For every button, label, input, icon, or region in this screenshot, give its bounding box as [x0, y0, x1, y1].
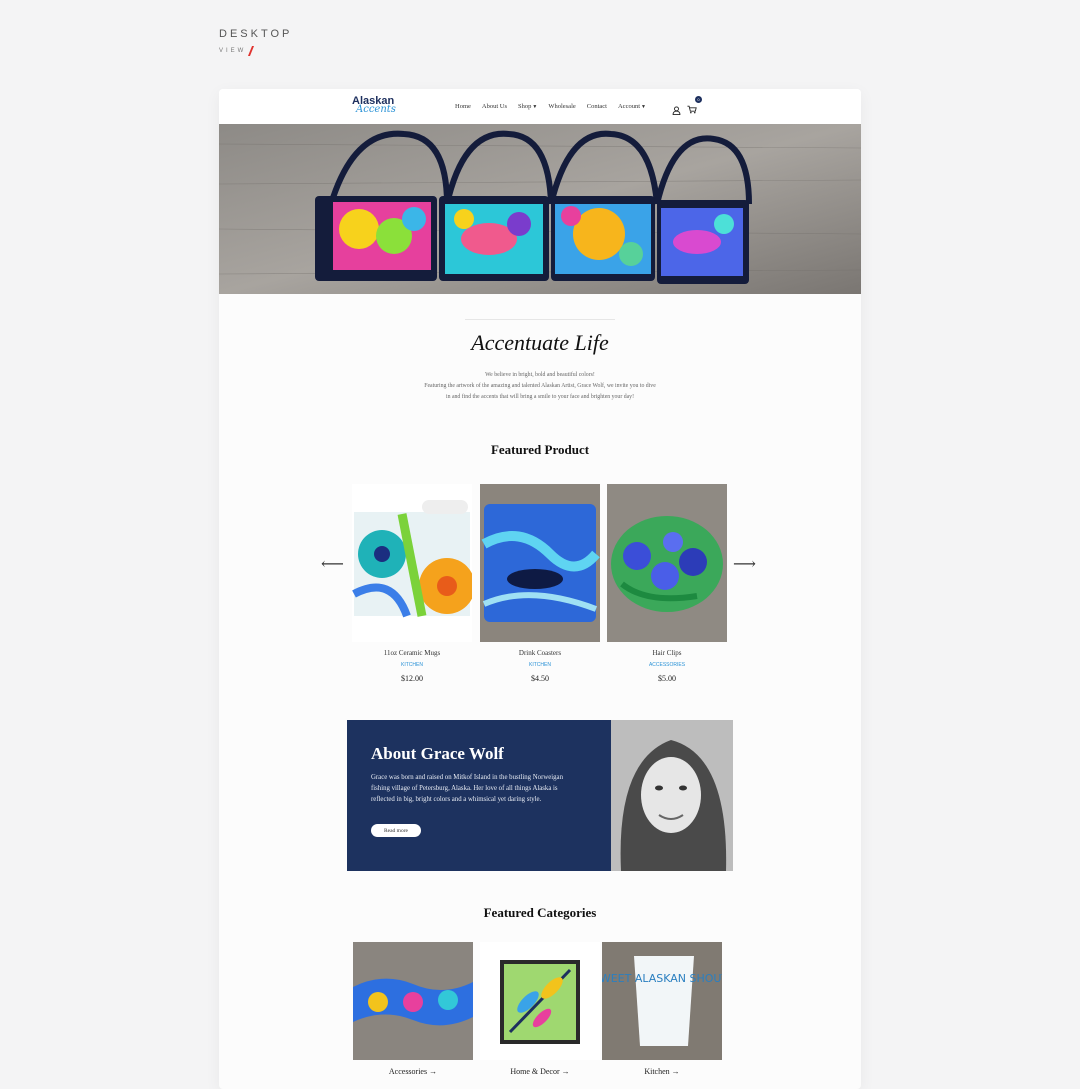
read-more-button[interactable]: Read more [371, 824, 421, 837]
nav-home[interactable]: Home [455, 103, 471, 110]
logo-sub: Accents [356, 104, 396, 115]
category-home-decor-link[interactable]: Home & Decor → [480, 1067, 600, 1076]
divider [465, 319, 615, 320]
category-kitchen-link[interactable]: Kitchen → [602, 1067, 722, 1076]
coaster-product-image[interactable] [480, 484, 600, 642]
intro-line-3: in and find the accents that will bring … [445, 394, 635, 400]
featured-categories-title: Featured Categories [483, 905, 597, 920]
intro-title: Accentuate Life [471, 330, 609, 355]
intro-section: Accentuate Life We believe in bright, bo… [219, 319, 861, 403]
intro-line-1: We believe in bright, bold and beautiful… [485, 372, 595, 378]
product-card[interactable]: Drink Coasters KITCHEN $4.50 [480, 484, 600, 683]
nav-contact[interactable]: Contact [587, 103, 607, 110]
mug-product-image[interactable] [352, 484, 472, 642]
cart-button[interactable]: 0 [687, 96, 702, 119]
product-price: $4.50 [531, 674, 549, 683]
chevron-down-icon: ▼ [532, 105, 538, 110]
about-title: About Grace Wolf [371, 744, 504, 763]
browser-frame: Alaskan Accents Home About Us Shop▼ Whol… [219, 89, 861, 1089]
product-card[interactable]: 11oz Ceramic Mugs KITCHEN $12.00 [352, 484, 472, 683]
category-card[interactable]: SWEET ALASKAN SHOUTS Kitchen → [602, 942, 722, 1076]
kitchen-category-image[interactable]: SWEET ALASKAN SHOUTS [602, 942, 722, 1060]
nav-wholesale[interactable]: Wholesale [548, 103, 575, 110]
product-card[interactable]: Hair Clips ACCESSORIES $5.00 [607, 484, 727, 683]
product-category[interactable]: KITCHEN [352, 662, 472, 668]
product-category[interactable]: KITCHEN [480, 662, 600, 668]
cart-icon [687, 105, 697, 114]
intro-line-2: Featuring the artwork of the amazing and… [424, 383, 656, 389]
user-icon[interactable] [672, 105, 681, 115]
nav-account[interactable]: Account▼ [618, 103, 646, 110]
category-accessories-link[interactable]: Accessories → [353, 1067, 473, 1076]
product-price: $12.00 [401, 674, 423, 683]
product-name[interactable]: Drink Coasters [480, 649, 600, 657]
product-category[interactable]: ACCESSORIES [607, 662, 727, 668]
about-body: Grace was born and raised on Mitkof Isla… [371, 774, 563, 803]
main-menu: Home About Us Shop▼ Wholesale Contact Ac… [455, 103, 646, 110]
carousel-next-arrow-icon[interactable]: ⟶ [733, 554, 756, 574]
red-slash-icon [248, 46, 255, 56]
hero-banner-image [219, 124, 861, 294]
carousel-prev-arrow-icon[interactable]: ⟵ [321, 554, 344, 574]
cart-count-badge: 0 [695, 96, 702, 103]
view-label: DESKTOP VIEW [219, 28, 292, 56]
view-label-title: DESKTOP [219, 28, 293, 40]
view-label-sub: VIEW [219, 46, 292, 56]
category-card[interactable]: Home & Decor → [480, 942, 600, 1076]
accessories-category-image[interactable] [353, 942, 473, 1060]
nav-shop[interactable]: Shop▼ [518, 103, 537, 110]
artist-portrait-image [611, 720, 733, 871]
chevron-down-icon: ▼ [641, 105, 646, 110]
header-icons: 0 [672, 96, 702, 119]
hair-clip-product-image[interactable] [607, 484, 727, 642]
category-card[interactable]: Accessories → [353, 942, 473, 1076]
featured-product-title: Featured Product [490, 442, 590, 457]
nav-about-us[interactable]: About Us [482, 103, 507, 110]
home-decor-category-image[interactable] [480, 942, 600, 1060]
bags-on-wood-image [219, 124, 861, 294]
product-name[interactable]: 11oz Ceramic Mugs [352, 649, 472, 657]
mug-text: SWEET ALASKAN SHOUTS [602, 972, 722, 985]
product-name[interactable]: Hair Clips [607, 649, 727, 657]
top-navigation: Alaskan Accents Home About Us Shop▼ Whol… [219, 89, 861, 124]
site-logo[interactable]: Alaskan Accents [352, 96, 396, 115]
product-price: $5.00 [658, 674, 676, 683]
